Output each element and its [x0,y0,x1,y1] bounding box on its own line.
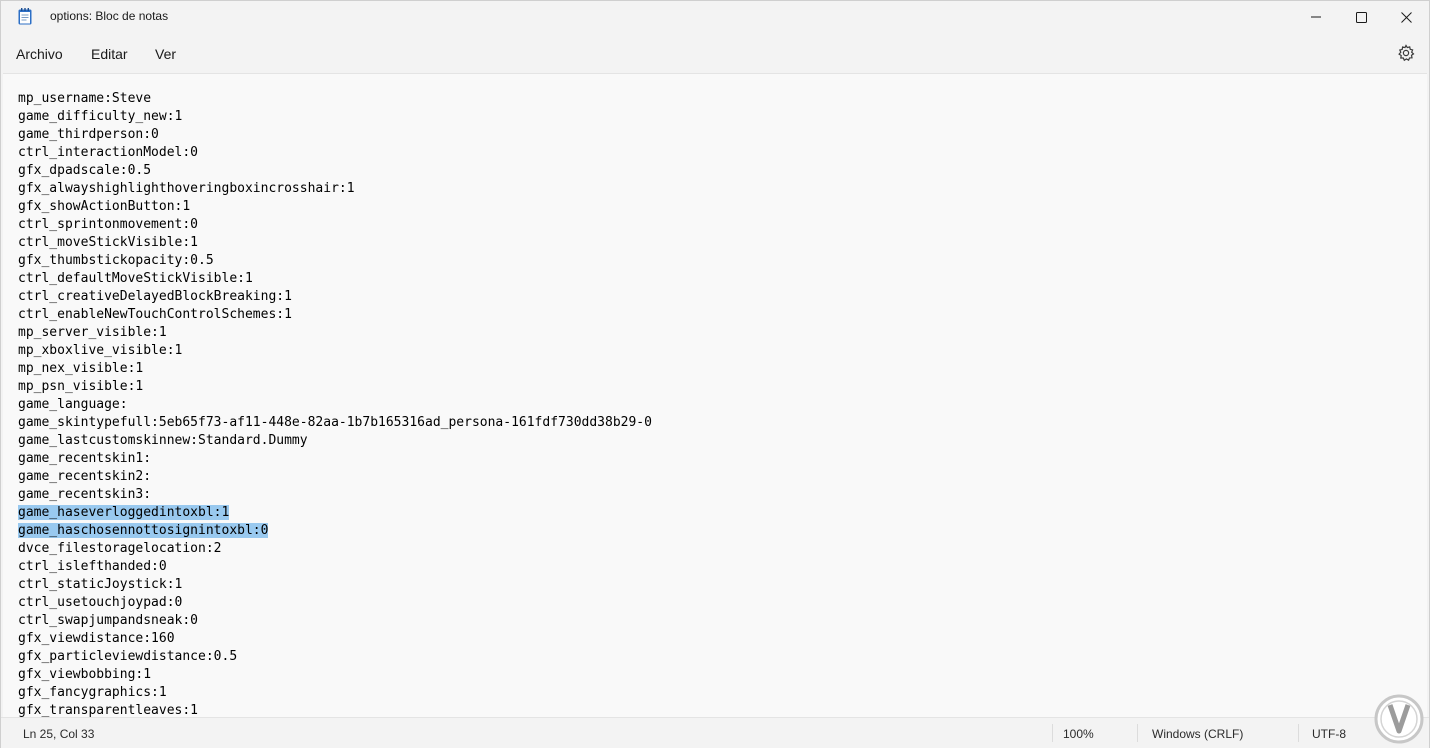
line-ending[interactable]: Windows (CRLF) [1152,727,1243,741]
text-line: mp_psn_visible:1 [18,378,652,396]
text-line: game_recentskin2: [18,468,652,486]
status-divider [1298,724,1299,742]
close-button[interactable] [1383,1,1429,33]
text-line: ctrl_usetouchjoypad:0 [18,594,652,612]
text-line: game_language: [18,396,652,414]
line-text: gfx_dpadscale:0.5 [18,163,152,178]
text-line: game_recentskin3: [18,486,652,504]
line-text: gfx_transparentleaves:1 [18,703,199,717]
line-text: gfx_viewdistance:160 [18,631,175,646]
line-text: dvce_filestoragelocation:2 [18,541,222,556]
line-text: gfx_alwayshighlighthoveringboxincrosshai… [18,181,355,196]
text-line: gfx_dpadscale:0.5 [18,162,652,180]
text-line: mp_xboxlive_visible:1 [18,342,652,360]
minimize-icon [1311,16,1321,18]
line-text: ctrl_enableNewTouchControlSchemes:1 [18,307,292,322]
status-divider [1137,724,1138,742]
zoom-level[interactable]: 100% [1063,727,1094,741]
editor-content[interactable]: mp_username:Steve game_difficulty_new:1ga… [18,90,652,717]
text-line: ctrl_islefthanded:0 [18,558,652,576]
line-text: game_recentskin3: [18,487,152,502]
close-icon [1400,11,1412,23]
line-text: mp_username:Steve [18,91,152,106]
text-line: ctrl_creativeDelayedBlockBreaking:1 [18,288,652,306]
line-text: gfx_thumbstickopacity:0.5 [18,253,214,268]
line-text: ctrl_staticJoystick:1 [18,577,183,592]
notepad-window: options: Bloc de notas Archivo Editar Ve… [0,0,1430,748]
menu-ver[interactable]: Ver [155,46,176,62]
text-line: gfx_thumbstickopacity:0.5 [18,252,652,270]
text-line: mp_username:Steve [18,90,652,108]
line-text: mp_server_visible:1 [18,325,167,340]
selected-text: game_haseverloggedintoxbl:1 [18,505,230,520]
menu-bar: Archivo Editar Ver [1,33,1429,73]
menu-archivo[interactable]: Archivo [16,46,63,62]
text-line: game_thirdperson:0 [18,126,652,144]
text-editor[interactable]: mp_username:Steve game_difficulty_new:1ga… [3,73,1427,717]
line-text: game_lastcustomskinnew:Standard.Dummy [18,433,308,448]
window-title: options: Bloc de notas [50,9,169,23]
maximize-icon [1355,11,1367,23]
text-line: gfx_particleviewdistance:0.5 [18,648,652,666]
text-line: game_haseverloggedintoxbl:1 [18,504,652,522]
text-line: game_lastcustomskinnew:Standard.Dummy [18,432,652,450]
line-text: game_recentskin2: [18,469,152,484]
minimize-button[interactable] [1293,1,1339,33]
line-text: game_difficulty_new:1 [18,109,183,124]
encoding[interactable]: UTF-8 [1312,727,1346,741]
line-text: ctrl_interactionModel:0 [18,145,199,160]
line-text: mp_nex_visible:1 [18,361,144,376]
line-text: game_recentskin1: [18,451,152,466]
text-line: gfx_alwayshighlighthoveringboxincrosshai… [18,180,652,198]
line-text: gfx_showActionButton:1 [18,199,191,214]
line-text: ctrl_creativeDelayedBlockBreaking:1 [18,289,292,304]
text-line: ctrl_moveStickVisible:1 [18,234,652,252]
line-text: gfx_fancygraphics:1 [18,685,167,700]
text-line: gfx_viewdistance:160 [18,630,652,648]
line-text: ctrl_islefthanded:0 [18,559,167,574]
text-line: ctrl_staticJoystick:1 [18,576,652,594]
gear-icon[interactable] [1396,43,1416,63]
solvetic-logo-icon [1374,694,1424,744]
menu-editar[interactable]: Editar [91,46,128,62]
text-line: ctrl_sprintonmovement:0 [18,216,652,234]
line-text: gfx_viewbobbing:1 [18,667,152,682]
text-line: gfx_viewbobbing:1 [18,666,652,684]
text-line: ctrl_interactionModel:0 [18,144,652,162]
cursor-position: Ln 25, Col 33 [23,727,95,741]
status-divider [1052,724,1053,742]
status-bar: Ln 25, Col 33 100% Windows (CRLF) UTF-8 [1,717,1429,748]
line-text: ctrl_sprintonmovement:0 [18,217,199,232]
maximize-button[interactable] [1338,1,1384,33]
text-line: game_haschosennottosignintoxbl:0 [18,522,652,540]
text-line: game_skintypefull:5eb65f73-af11-448e-82a… [18,414,652,432]
line-text: ctrl_defaultMoveStickVisible:1 [18,271,253,286]
text-line: gfx_transparentleaves:1 [18,702,652,717]
line-text: ctrl_swapjumpandsneak:0 [18,613,199,628]
line-text: mp_xboxlive_visible:1 [18,343,183,358]
text-line: game_recentskin1: [18,450,652,468]
text-line: ctrl_defaultMoveStickVisible:1 [18,270,652,288]
text-line: mp_server_visible:1 [18,324,652,342]
text-line: game_difficulty_new:1 [18,108,652,126]
text-line: ctrl_swapjumpandsneak:0 [18,612,652,630]
line-text: game_thirdperson:0 [18,127,159,142]
line-text: game_skintypefull:5eb65f73-af11-448e-82a… [18,415,652,430]
line-text: ctrl_usetouchjoypad:0 [18,595,183,610]
text-line: dvce_filestoragelocation:2 [18,540,652,558]
title-bar[interactable]: options: Bloc de notas [1,1,1429,33]
line-text: ctrl_moveStickVisible:1 [18,235,199,250]
line-text: game_language: [18,397,128,412]
selected-text: game_haschosennottosignintoxbl:0 [18,523,269,538]
text-line: ctrl_enableNewTouchControlSchemes:1 [18,306,652,324]
line-text: mp_psn_visible:1 [18,379,144,394]
text-line: gfx_fancygraphics:1 [18,684,652,702]
notepad-icon [18,8,32,25]
text-line: mp_nex_visible:1 [18,360,652,378]
text-line: gfx_showActionButton:1 [18,198,652,216]
line-text: gfx_particleviewdistance:0.5 [18,649,238,664]
